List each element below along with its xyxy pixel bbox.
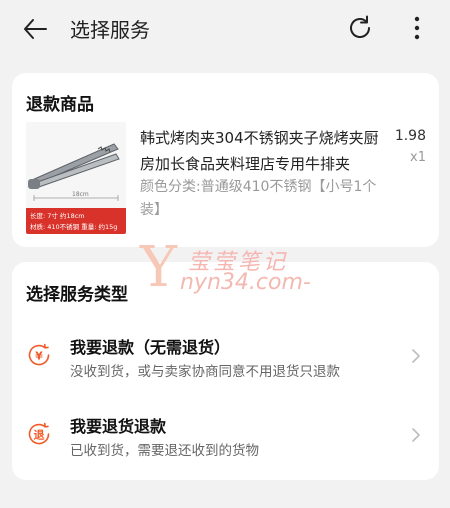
service-type-card: 选择服务类型 ¥ 我要退款（无需退货） 没收到货，或与卖家协商同意不用退货只退款… <box>12 262 439 480</box>
tongs-illustration: 18cm 长度: 7寸 约18cm 材质: 410不锈钢 重量: 约15g <box>26 122 126 234</box>
product-spec: 颜色分类:普通级410不锈钢【小号1个装】 <box>140 179 377 218</box>
product-quantity: x1 <box>410 150 426 165</box>
refresh-icon[interactable] <box>346 14 374 42</box>
page-title: 选择服务 <box>70 18 150 42</box>
top-bar: 选择服务 <box>0 0 450 58</box>
option-refund-only[interactable]: ¥ 我要退款（无需退货） 没收到货，或与卖家协商同意不用退货只退款 <box>12 328 439 392</box>
return-goods-icon: 退 <box>28 422 50 445</box>
option-title: 我要退款（无需退货） <box>70 338 231 357</box>
yuan-symbol: ¥ <box>35 350 43 363</box>
return-char: 退 <box>34 428 45 442</box>
ruler-label: 18cm <box>72 191 89 198</box>
arrow-left-icon[interactable] <box>22 16 48 42</box>
image-caption-material: 材质: 410不锈钢 重量: 约15g <box>30 222 117 231</box>
service-section-title: 选择服务类型 <box>26 285 128 305</box>
option-return-and-refund[interactable]: 退 我要退货退款 已收到货，需要退还收到的货物 <box>12 407 439 471</box>
image-caption-length: 长度: 7寸 约18cm <box>30 211 85 220</box>
product-price: 1.98 <box>394 128 426 144</box>
yuan-refund-icon: ¥ <box>28 343 50 366</box>
refund-item-section-title: 退款商品 <box>26 95 94 115</box>
option-title: 我要退货退款 <box>70 417 167 436</box>
product-name: 韩式烤肉夹304不锈钢夹子烧烤夹厨房加长食品夹料理店专用牛排夹 <box>140 129 379 173</box>
option-description: 没收到货，或与卖家协商同意不用退货只退款 <box>70 364 340 380</box>
chevron-right-icon <box>412 428 420 442</box>
more-vertical-icon[interactable] <box>410 14 424 42</box>
refund-item-card: 退款商品 18cm 长度: 7寸 约18cm 材质: 410不锈钢 重量: 约1… <box>12 73 439 247</box>
product-image[interactable]: 18cm 长度: 7寸 约18cm 材质: 410不锈钢 重量: 约15g <box>26 122 126 234</box>
option-description: 已收到货，需要退还收到的货物 <box>70 443 259 459</box>
chevron-right-icon <box>412 349 420 363</box>
